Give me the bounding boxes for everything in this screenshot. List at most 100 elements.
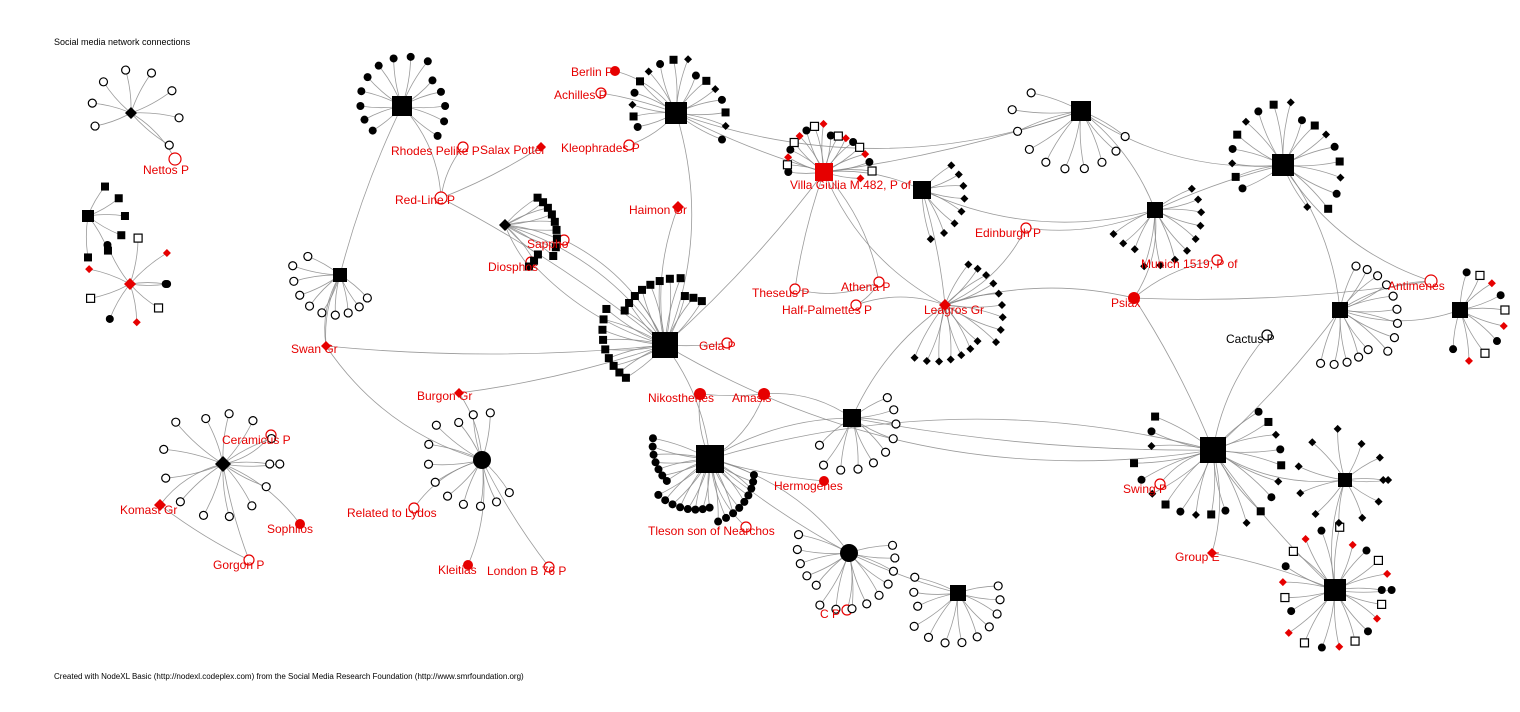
- leaf-node: [628, 101, 636, 109]
- edge: [764, 394, 852, 418]
- leaf-node: [957, 207, 965, 215]
- leaf-node: [1376, 454, 1384, 462]
- leaf-node: [91, 122, 99, 130]
- leaf-node: [1393, 305, 1401, 313]
- leaf-node: [634, 123, 642, 131]
- node-label: London B 76 P: [487, 564, 566, 578]
- leaf-node: [1298, 116, 1306, 124]
- node-label: Amasis: [732, 391, 771, 405]
- leaf-node: [200, 511, 208, 519]
- node-label: Swan Gr: [291, 342, 338, 356]
- leaf-node: [477, 502, 485, 510]
- edge: [922, 190, 1155, 222]
- hub-6: [1147, 202, 1163, 218]
- node-label: Edinburgh P: [975, 226, 1041, 240]
- leaf-node: [698, 297, 706, 305]
- leaf-node: [551, 218, 559, 226]
- leaf-node: [890, 406, 898, 414]
- leaf-node: [1243, 519, 1251, 527]
- leaf-node: [1233, 131, 1241, 139]
- edge: [293, 266, 340, 275]
- edge: [1213, 310, 1340, 450]
- leaf-node: [1488, 279, 1496, 287]
- leaf-node: [652, 458, 660, 466]
- leaf-node: [548, 210, 556, 218]
- leaf-node: [669, 500, 677, 508]
- node-label: Villa Giulia M.482, P of: [790, 178, 912, 192]
- leaf-node: [1384, 347, 1392, 355]
- leaf-node: [1025, 145, 1033, 153]
- leaf-node: [99, 78, 107, 86]
- leaf-node: [360, 116, 368, 124]
- leaf-node: [1289, 547, 1297, 555]
- leaf-node: [599, 336, 607, 344]
- leaf-node: [666, 275, 674, 283]
- node-label: Sappho: [527, 237, 569, 251]
- leaf-node: [691, 506, 699, 514]
- leaf-node: [910, 588, 918, 596]
- leaf-node: [163, 280, 171, 288]
- leaf-node: [1131, 245, 1139, 253]
- node-label: Half-Palmettes P: [782, 303, 872, 317]
- leaf-node: [1343, 358, 1351, 366]
- node-label: Cactus P: [1226, 332, 1275, 346]
- leaf-node: [1481, 349, 1489, 357]
- node-label: Diosphos: [488, 260, 538, 274]
- edge: [1155, 165, 1283, 210]
- hub-9: [1200, 437, 1226, 463]
- leaf-node: [994, 582, 1002, 590]
- leaf-node: [1207, 510, 1215, 518]
- node-label: Tleson son of Nearchos: [648, 524, 775, 538]
- edge: [1338, 429, 1345, 480]
- edge: [130, 253, 167, 284]
- leaf-node: [356, 102, 364, 110]
- leaf-node: [842, 134, 850, 142]
- leaf-node: [621, 307, 629, 315]
- leaf-node: [1493, 337, 1501, 345]
- node-label: Hermogenes: [774, 479, 843, 493]
- leaf-node: [459, 500, 467, 508]
- leaf-node: [856, 143, 864, 151]
- node-label: Red-Line P: [395, 193, 455, 207]
- leaf-node: [296, 291, 304, 299]
- leaf-node: [1334, 425, 1342, 433]
- leaf-node: [163, 249, 171, 257]
- leaf-node: [654, 491, 662, 499]
- leaf-node: [106, 315, 114, 323]
- leaf-node: [276, 460, 284, 468]
- leaf-node: [947, 161, 955, 169]
- leaf-node: [306, 302, 314, 310]
- leaf-node: [834, 132, 842, 140]
- leaf-node: [441, 102, 449, 110]
- leaf-node: [684, 505, 692, 513]
- leaf-node: [656, 60, 664, 68]
- leaf-node: [249, 417, 257, 425]
- leaf-node: [1239, 184, 1247, 192]
- leaf-node: [941, 639, 949, 647]
- leaf-node: [1384, 476, 1392, 484]
- leaf-node: [117, 231, 125, 239]
- node-label: Athena P: [841, 280, 890, 294]
- leaf-node: [602, 305, 610, 313]
- leaf-node: [960, 195, 968, 203]
- edge: [1026, 210, 1155, 230]
- leaf-node: [681, 292, 689, 300]
- leaf-node: [601, 345, 609, 353]
- edge: [922, 190, 945, 305]
- leaf-node: [892, 420, 900, 428]
- leaf-node: [266, 460, 274, 468]
- leaf-node: [437, 88, 445, 96]
- leaf-node: [790, 139, 798, 147]
- leaf-node: [692, 72, 700, 80]
- leaf-node: [176, 498, 184, 506]
- leaf-node: [1119, 239, 1127, 247]
- leaf-node: [425, 440, 433, 448]
- leaf-node: [1378, 586, 1386, 594]
- edge: [131, 113, 169, 145]
- leaf-node: [1188, 185, 1196, 193]
- leaf-node: [911, 354, 919, 362]
- leaf-node: [1276, 445, 1284, 453]
- leaf-node: [390, 54, 398, 62]
- leaf-node: [935, 357, 943, 365]
- leaf-node: [1296, 489, 1304, 497]
